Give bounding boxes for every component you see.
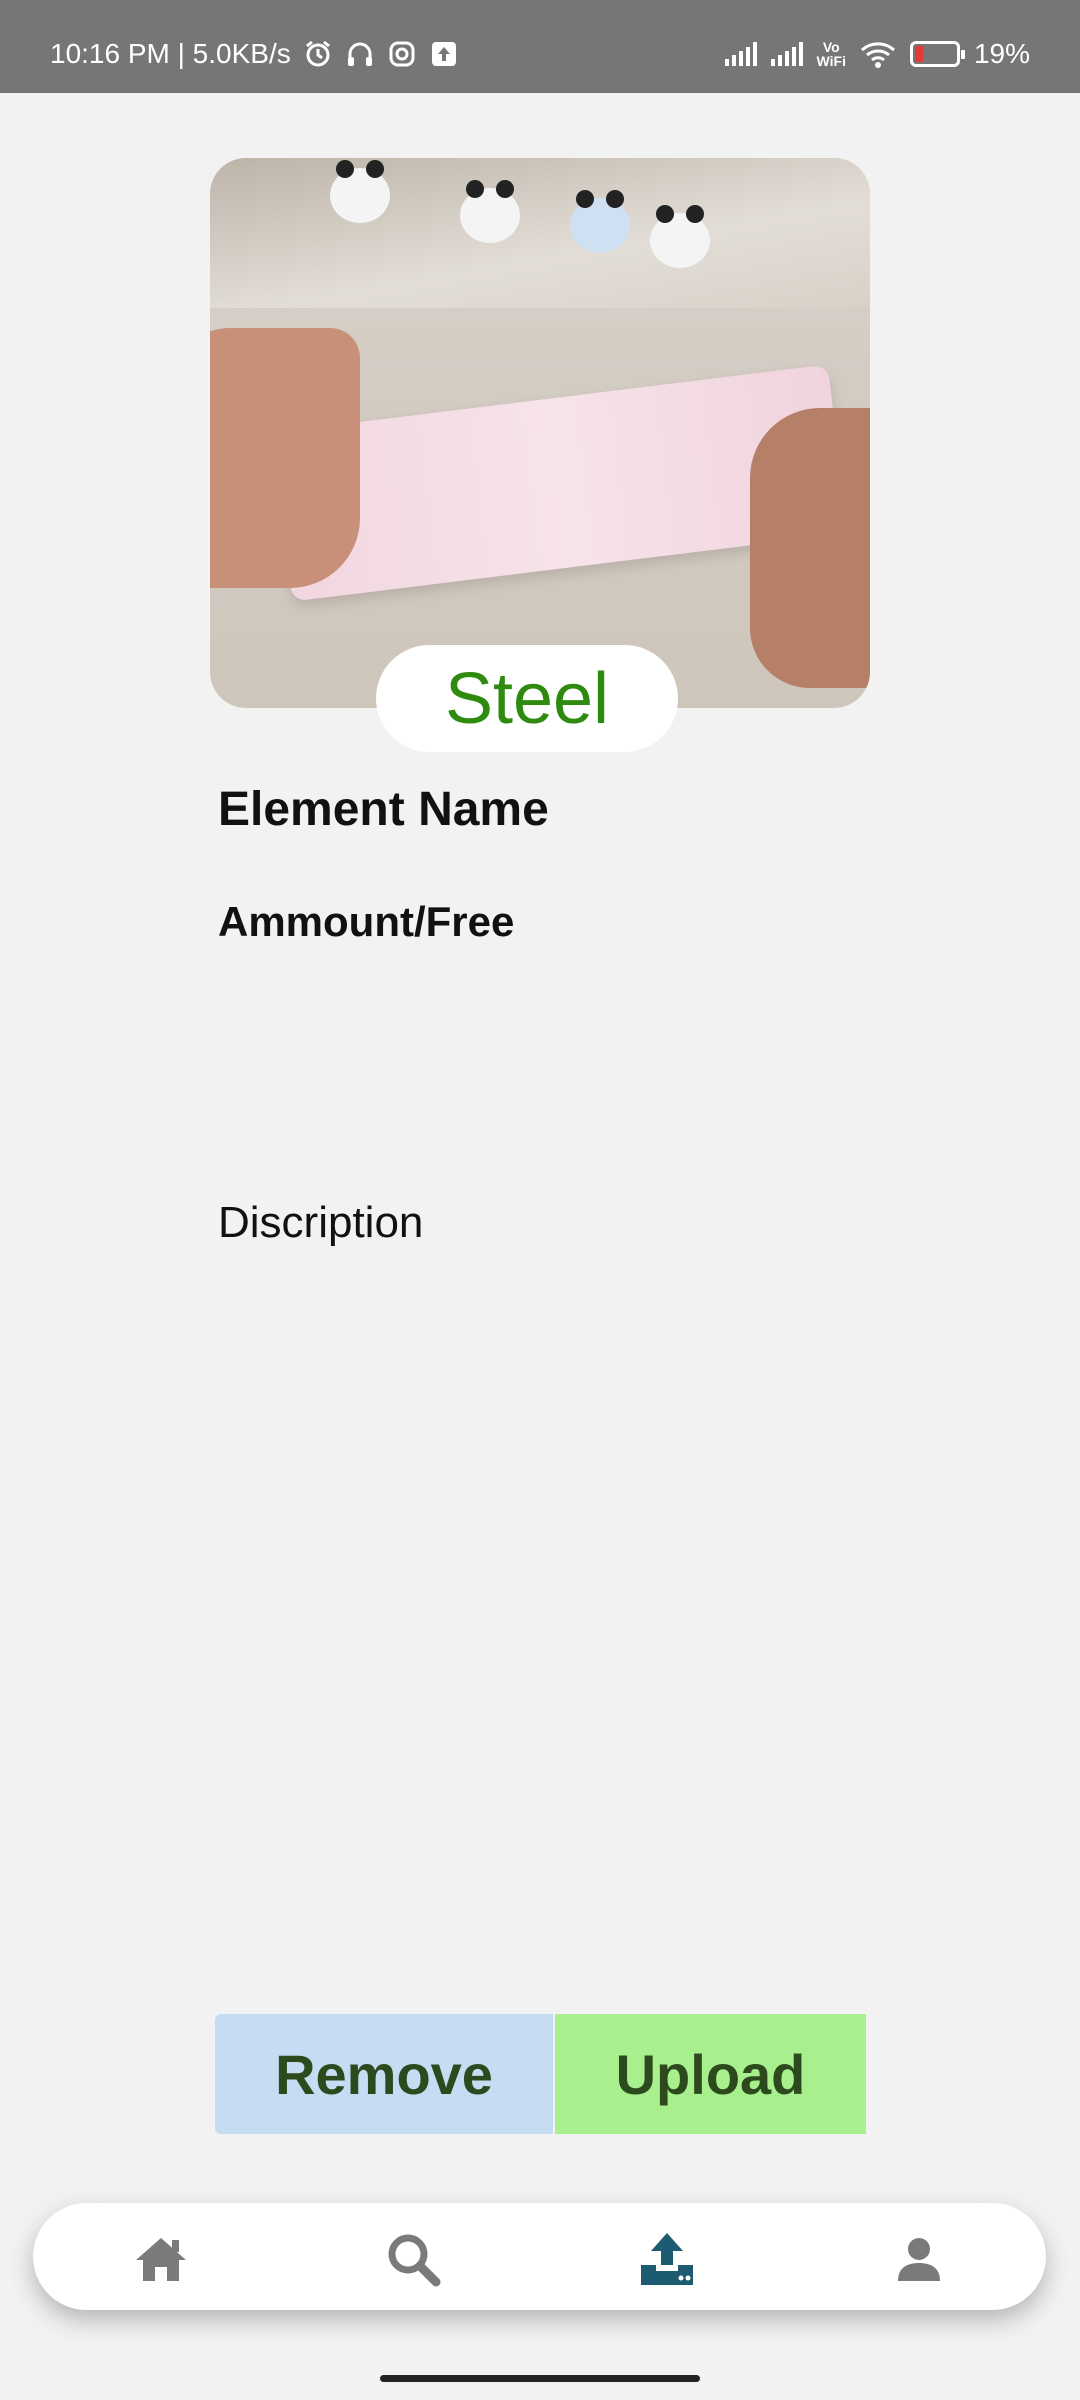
upload-notification-icon	[431, 42, 456, 66]
battery-icon	[909, 41, 965, 67]
bottom-nav	[33, 2203, 1046, 2310]
wifi-icon	[860, 42, 895, 68]
profile-icon	[898, 2238, 940, 2281]
headphones-icon	[347, 42, 372, 66]
vowifi-label: Vo WiFi	[816, 39, 846, 69]
panda-figure	[460, 180, 520, 243]
upload-icon	[641, 2233, 693, 2285]
hand-left	[210, 328, 360, 588]
remove-button[interactable]: Remove	[215, 2014, 553, 2134]
material-label: Steel	[444, 658, 610, 739]
instagram-icon	[389, 41, 415, 67]
status-left: 10:16 PM | 5.0KB/s	[50, 38, 459, 70]
signal-icon-2	[770, 42, 803, 66]
upload-button[interactable]: Upload	[555, 2014, 866, 2134]
description-label: Discription	[218, 1198, 424, 1247]
status-bar: 10:16 PM | 5.0KB/s Vo WiFi 19%	[0, 0, 1080, 93]
panda-figure	[650, 205, 710, 268]
status-right: Vo WiFi 19%	[724, 38, 1030, 70]
panda-figure	[330, 160, 390, 223]
home-icon	[136, 2238, 186, 2281]
background-shelf	[210, 158, 870, 308]
product-image	[210, 158, 870, 708]
nav-upload[interactable]	[637, 2229, 697, 2289]
signal-icon	[724, 42, 757, 66]
battery-percent: 19%	[973, 38, 1030, 69]
element-name: Element Name	[218, 783, 549, 836]
hand-right	[750, 408, 870, 688]
panda-figure	[570, 190, 630, 253]
material-badge: Steel	[376, 645, 678, 752]
nav-profile[interactable]	[889, 2229, 949, 2289]
time-speed: 10:16 PM | 5.0KB/s	[50, 38, 291, 69]
nav-home[interactable]	[131, 2229, 191, 2289]
search-icon	[388, 2234, 441, 2287]
nav-search[interactable]	[383, 2229, 443, 2289]
amount-label: Ammount/Free	[218, 898, 515, 945]
alarm-icon	[305, 40, 330, 67]
gesture-bar[interactable]	[380, 2375, 700, 2382]
